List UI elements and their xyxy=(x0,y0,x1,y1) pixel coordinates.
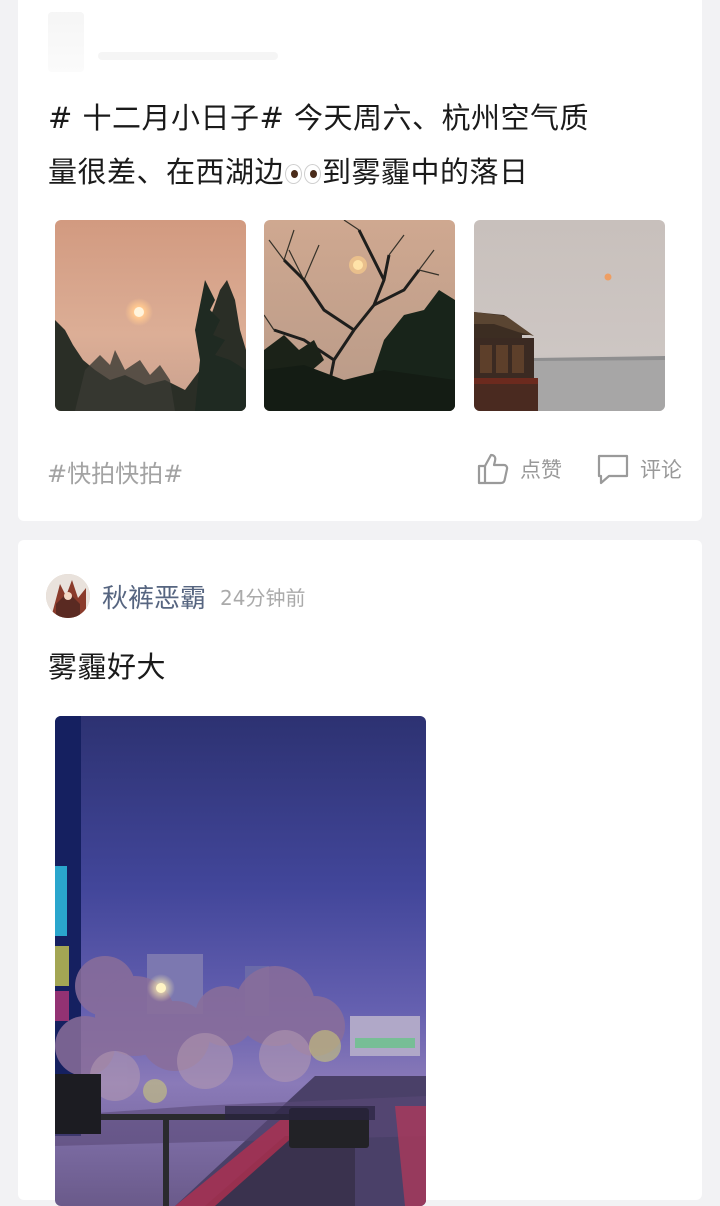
thumbs-up-icon xyxy=(477,453,509,485)
post-body-text: 雾霾好大 xyxy=(48,650,167,684)
like-button[interactable]: 点赞 xyxy=(476,452,562,486)
post-card-2[interactable]: 秋裤恶霸 24分钟前 雾霾好大 xyxy=(18,540,702,1206)
avatar[interactable] xyxy=(46,574,90,618)
eye-emoji-icon xyxy=(285,164,303,184)
lake-pavilion-photo[interactable] xyxy=(474,220,665,411)
author-name[interactable]: 秋裤恶霸 xyxy=(102,578,206,615)
post-text-line-1: # 十二月小日子# 今天周六、杭州空气质 xyxy=(48,101,590,135)
author-placeholder xyxy=(98,52,278,60)
post-text-line-2: 量很差、在西湖边 到雾霾中的落日 xyxy=(48,145,682,199)
comment-label: 评论 xyxy=(640,458,682,482)
night-street-smog-photo[interactable] xyxy=(55,716,426,1206)
topic-tag[interactable]: #快拍快拍# xyxy=(47,454,183,489)
sunset-branches-photo[interactable] xyxy=(264,220,455,411)
comment-button[interactable]: 评论 xyxy=(596,452,682,486)
author-row: 秋裤恶霸 24分钟前 xyxy=(46,574,305,618)
like-label: 点赞 xyxy=(520,458,562,482)
post-text-part-b: 到雾霾中的落日 xyxy=(322,155,529,189)
post-card-1[interactable]: # 十二月小日子# 今天周六、杭州空气质 量很差、在西湖边 到雾霾中的落日 #快… xyxy=(18,0,702,521)
sunset-trees-photo[interactable] xyxy=(55,220,246,411)
post-body-text: # 十二月小日子# 今天周六、杭州空气质 量很差、在西湖边 到雾霾中的落日 xyxy=(48,91,682,199)
post-timestamp: 24分钟前 xyxy=(220,585,306,610)
avatar-placeholder xyxy=(48,12,84,72)
comment-icon xyxy=(597,454,629,485)
eye-emoji-icon xyxy=(304,164,322,184)
post-text-part-a: 量很差、在西湖边 xyxy=(48,155,285,189)
